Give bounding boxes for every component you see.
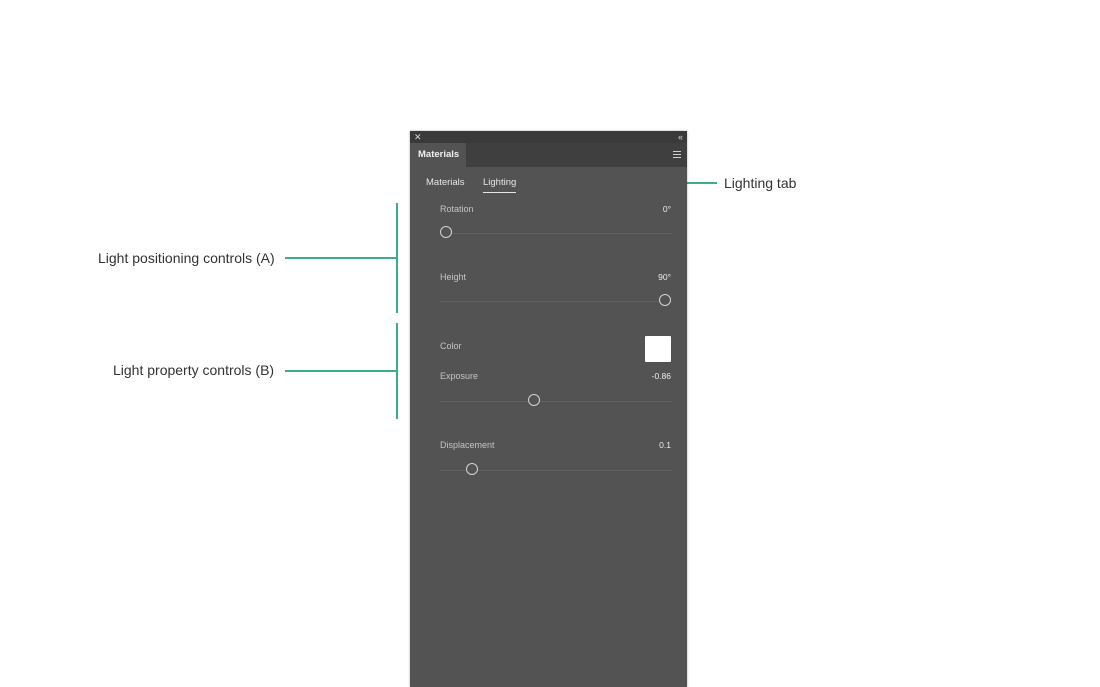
annotation-lighting-tab: Lighting tab [724, 175, 797, 191]
slider-track [440, 233, 672, 234]
slider-track [440, 401, 672, 402]
color-swatch[interactable] [645, 336, 671, 362]
height-slider[interactable] [440, 294, 672, 308]
annotation-positioning-controls: Light positioning controls (A) [98, 250, 275, 266]
displacement-label: Displacement [440, 440, 495, 450]
rotation-label: Rotation [440, 204, 474, 214]
callout-line-property [285, 370, 397, 372]
callout-line-positioning [285, 257, 397, 259]
panel-topbar: ✕ ‹‹ [410, 131, 687, 143]
height-label: Height [440, 272, 467, 282]
color-label: Color [440, 341, 462, 351]
bracket-positioning [396, 203, 398, 313]
panel-tabbar: Materials [410, 143, 687, 167]
bracket-property [396, 323, 398, 419]
slider-track [440, 301, 672, 302]
panel-tab-materials[interactable]: Materials [410, 143, 466, 167]
collapse-icon[interactable]: ‹‹ [678, 132, 683, 142]
annotation-property-controls: Light property controls (B) [113, 362, 275, 378]
slider-thumb[interactable] [440, 226, 452, 238]
panel-menu-icon[interactable] [673, 151, 681, 158]
rotation-slider[interactable] [440, 226, 672, 240]
exposure-slider[interactable] [440, 394, 672, 408]
height-value[interactable]: 90° [658, 271, 671, 283]
displacement-value[interactable]: 0.1 [659, 439, 671, 451]
slider-thumb[interactable] [527, 394, 540, 406]
close-icon[interactable]: ✕ [414, 132, 422, 142]
slider-thumb[interactable] [466, 463, 479, 475]
rotation-value[interactable]: 0° [663, 203, 671, 215]
displacement-slider[interactable] [440, 463, 672, 477]
subtab-lighting[interactable]: Lighting [483, 177, 517, 193]
subtab-materials[interactable]: Materials [426, 177, 465, 189]
slider-thumb[interactable] [659, 294, 671, 306]
materials-panel: ✕ ‹‹ Materials Materials Lighting Rotati… [410, 131, 687, 687]
exposure-value[interactable]: -0.86 [652, 370, 671, 382]
exposure-label: Exposure [440, 371, 479, 381]
